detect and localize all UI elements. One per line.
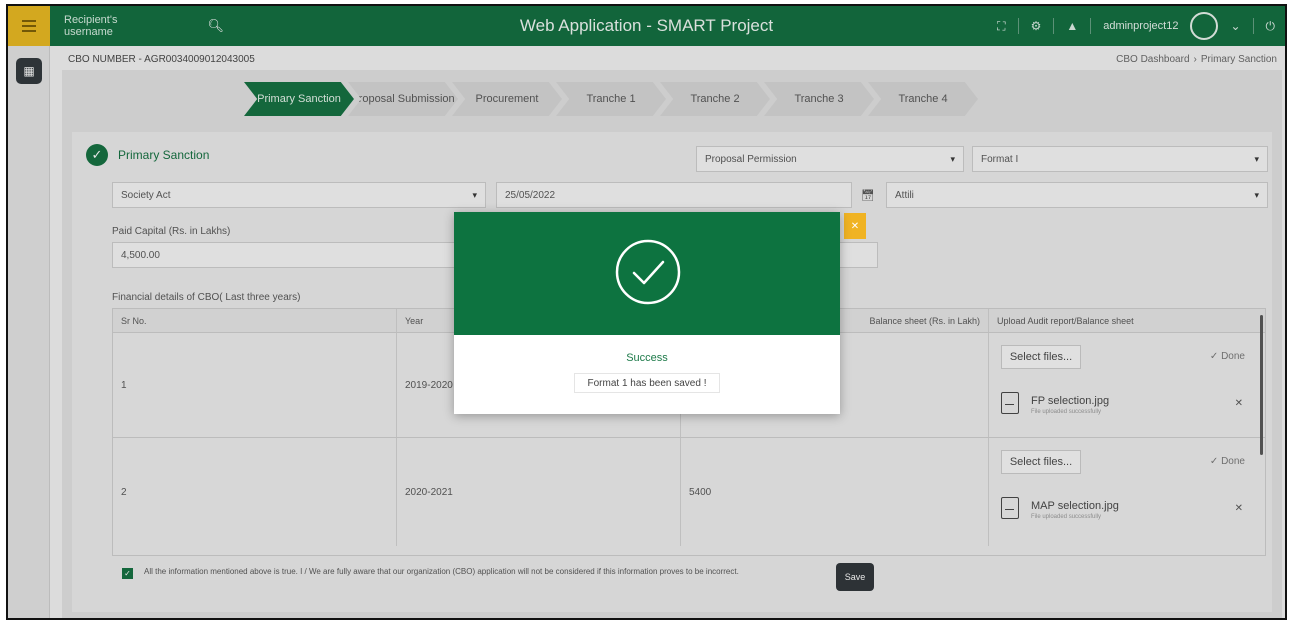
success-dialog: Success Format 1 has been saved ! [454, 212, 840, 414]
app-window: Recipient's username 🔍︎ Web Application … [6, 4, 1287, 620]
success-check-icon [615, 239, 681, 305]
dialog-message: Format 1 has been saved ! [574, 373, 720, 393]
close-icon[interactable]: ✕ [844, 213, 866, 239]
dialog-header [454, 212, 840, 335]
dialog-title: Success [626, 352, 668, 364]
